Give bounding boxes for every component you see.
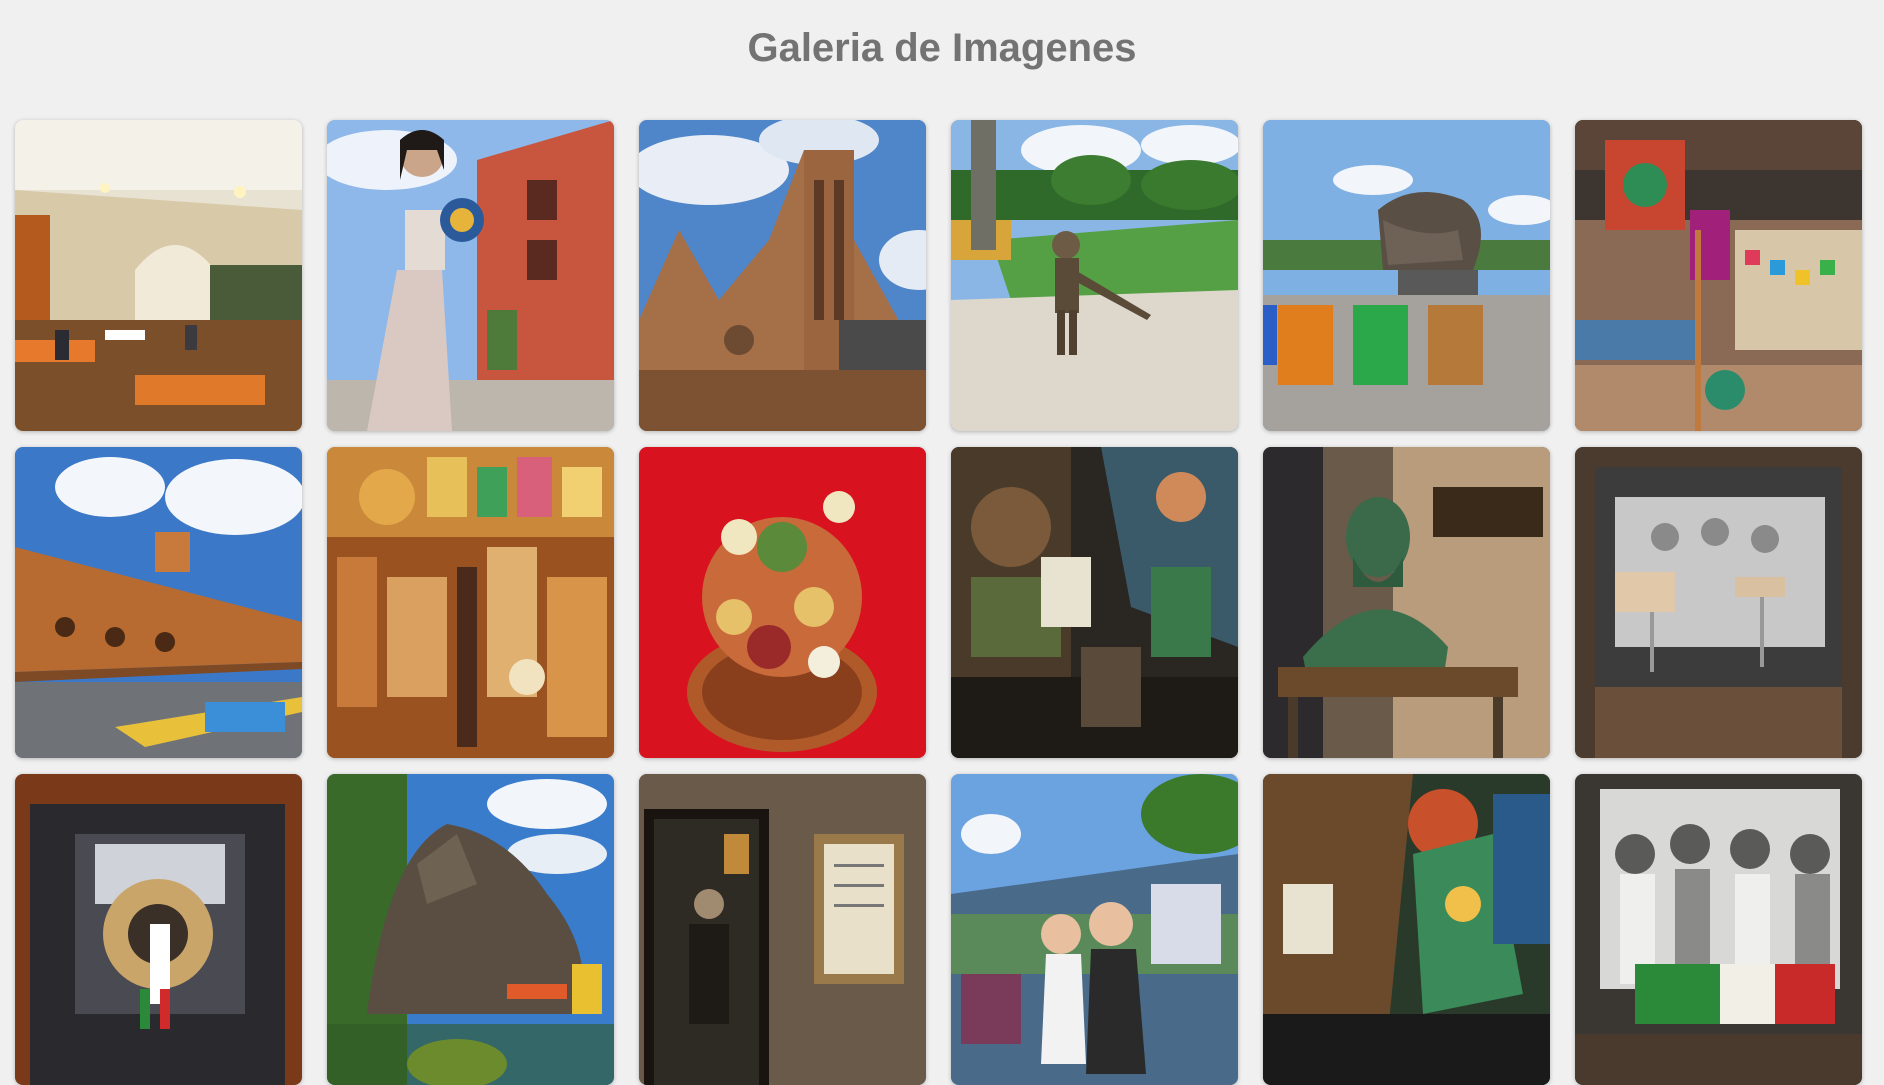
street-mural-photo: [951, 774, 1238, 1085]
historic-photo: [1575, 774, 1862, 1085]
gallery-image-sweets[interactable]: [327, 447, 614, 758]
cathedral-photo: [639, 120, 926, 431]
gallery-image-handicraft[interactable]: [1575, 120, 1862, 431]
gallery-image-hands-sculpture[interactable]: [1263, 120, 1550, 431]
hands-sculpture-photo: [1263, 120, 1550, 431]
gallery-image-colonial-building[interactable]: [15, 447, 302, 758]
gallery-image-mural[interactable]: [951, 447, 1238, 758]
gallery-image-bust[interactable]: [1263, 447, 1550, 758]
statue-photo: [327, 120, 614, 431]
gallery-image-park-statue[interactable]: [951, 120, 1238, 431]
mural-photo: [951, 447, 1238, 758]
bust-photo: [1263, 447, 1550, 758]
gallery-image-stone-ruin[interactable]: [327, 774, 614, 1085]
stone-ruin-photo: [327, 774, 614, 1085]
restaurant-photo: [15, 120, 302, 431]
park-statue-photo: [951, 120, 1238, 431]
image-gallery-grid: [15, 120, 1862, 1085]
portrait-photo: [639, 774, 926, 1085]
gallery-image-historic-photo[interactable]: [1575, 774, 1862, 1085]
gallery-image-restaurant[interactable]: [15, 120, 302, 431]
gallery-image-food[interactable]: [639, 447, 926, 758]
gallery-image-museum-case[interactable]: [1575, 447, 1862, 758]
gallery-image-cathedral[interactable]: [639, 120, 926, 431]
food-photo: [639, 447, 926, 758]
wreath-photo: [15, 774, 302, 1085]
gallery-image-portrait[interactable]: [639, 774, 926, 1085]
page-title: Galeria de Imagenes: [747, 26, 1137, 70]
gallery-image-street-mural[interactable]: [951, 774, 1238, 1085]
museum-case-photo: [1575, 447, 1862, 758]
gallery-image-wreath[interactable]: [15, 774, 302, 1085]
gallery-image-statue[interactable]: [327, 120, 614, 431]
colonial-building-photo: [15, 447, 302, 758]
gallery-image-mural-2[interactable]: [1263, 774, 1550, 1085]
sweets-photo: [327, 447, 614, 758]
mural-photo-2: [1263, 774, 1550, 1085]
handicraft-photo: [1575, 120, 1862, 431]
